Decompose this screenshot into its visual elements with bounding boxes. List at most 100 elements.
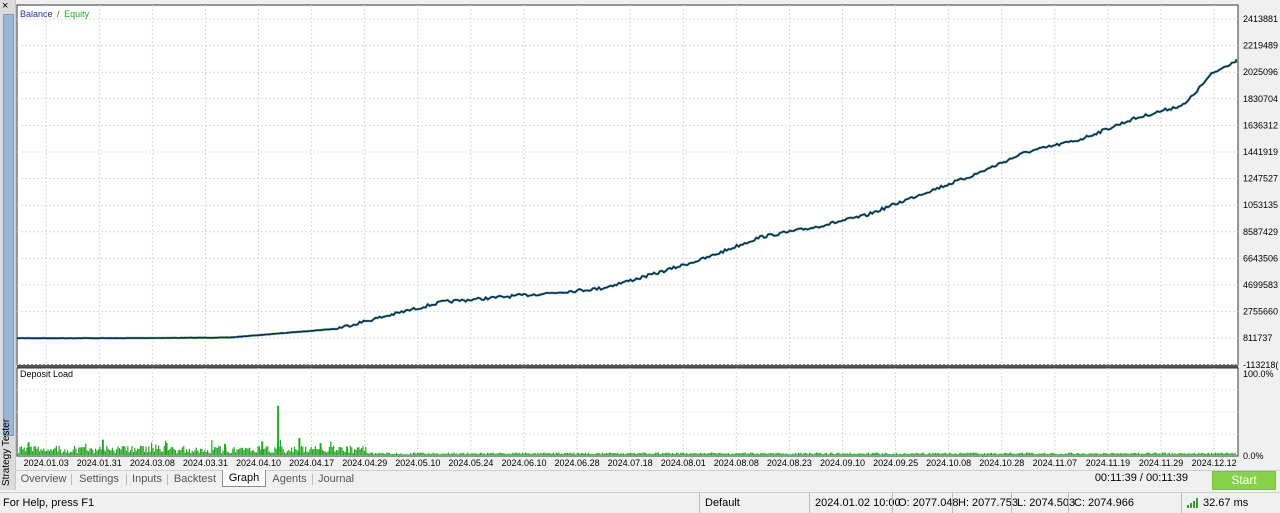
- deposit-load-bar: [1031, 452, 1033, 455]
- high-price: H: 2077.753: [952, 493, 1018, 513]
- deposit-load-spike: [101, 439, 104, 455]
- deposit-load-bar: [1093, 453, 1095, 455]
- close-icon[interactable]: ×: [2, 1, 8, 12]
- connection-status[interactable]: 32.67 ms: [1181, 493, 1277, 513]
- deposit-load-bar: [634, 452, 636, 455]
- deposit-load-bar: [1073, 453, 1075, 455]
- deposit-load-bar: [922, 452, 924, 455]
- deposit-load-bar: [1110, 453, 1112, 455]
- deposit-load-bar: [310, 446, 312, 455]
- deposit-load-bar: [1075, 454, 1077, 455]
- x-tick-label: 2024.11.29: [1139, 458, 1183, 468]
- tab-inputs[interactable]: Inputs: [127, 471, 168, 488]
- deposit-load-bar: [453, 452, 455, 455]
- deposit-load-bar: [673, 453, 675, 455]
- deposit-load-bar: [184, 452, 186, 455]
- deposit-load-bar: [566, 453, 568, 455]
- deposit-load-bar: [1202, 453, 1204, 455]
- deposit-load-bar: [1159, 453, 1161, 455]
- deposit-load-bar: [789, 454, 791, 455]
- deposit-load-bar: [19, 447, 21, 455]
- deposit-load-bar: [523, 453, 525, 455]
- deposit-load-bar: [215, 447, 217, 455]
- deposit-load-bar: [820, 452, 822, 455]
- deposit-load-bar: [447, 452, 449, 455]
- deposit-load-bar: [774, 454, 776, 455]
- legend-separator: /: [57, 9, 60, 19]
- deposit-load-bar: [195, 447, 197, 455]
- deposit-load-bar: [97, 449, 99, 455]
- deposit-load-bar: [821, 454, 823, 455]
- deposit-load-bar: [187, 451, 189, 455]
- deposit-load-bar: [100, 449, 102, 455]
- deposit-load-bar: [1056, 454, 1058, 455]
- deposit-load-bar: [674, 453, 676, 455]
- deposit-load-bar: [488, 453, 490, 455]
- deposit-load-bar: [207, 450, 209, 455]
- deposit-load-bar: [274, 447, 276, 455]
- x-tick-label: 2024.04.29: [342, 458, 387, 468]
- deposit-load-bar: [551, 453, 553, 455]
- deposit-load-bar: [804, 453, 806, 455]
- deposit-load-bar: [543, 452, 545, 455]
- profile-name[interactable]: Default: [699, 493, 810, 513]
- deposit-load-bar: [944, 452, 946, 455]
- tab-settings[interactable]: Settings: [72, 471, 127, 488]
- deposit-load-bar: [69, 451, 71, 455]
- deposit-load-bar: [1019, 453, 1021, 455]
- deposit-load-bar: [216, 447, 218, 455]
- deposit-load-bar: [146, 452, 148, 455]
- deposit-load-bar: [965, 453, 967, 455]
- deposit-load-bar: [1021, 452, 1023, 455]
- panel-drag-strip[interactable]: [3, 14, 14, 436]
- deposit-load-bar: [377, 453, 379, 455]
- deposit-load-bar: [1226, 452, 1228, 455]
- deposit-load-bar: [1196, 453, 1198, 455]
- deposit-load-bar: [1150, 453, 1152, 455]
- tab-agents[interactable]: Agents: [267, 471, 313, 488]
- tab-overview[interactable]: Overview: [16, 471, 72, 488]
- deposit-load-bar: [1188, 452, 1190, 455]
- deposit-load-bar: [251, 450, 253, 455]
- x-tick-label: 2024.08.23: [767, 458, 812, 468]
- deposit-load-bar: [1061, 453, 1063, 455]
- deposit-load-bar: [457, 454, 459, 455]
- tab-journal[interactable]: Journal: [313, 471, 359, 488]
- deposit-load-bar: [887, 453, 889, 455]
- deposit-load-bar: [295, 449, 297, 455]
- deposit-load-bar: [95, 448, 97, 455]
- deposit-load-bar: [1143, 454, 1145, 455]
- deposit-load-bar: [687, 453, 689, 455]
- deposit-load-bar: [628, 453, 630, 455]
- deposit-load-bar: [1024, 453, 1026, 455]
- deposit-load-bar: [1042, 453, 1044, 455]
- deposit-load-bar: [323, 451, 325, 455]
- deposit-load-bar: [309, 449, 311, 455]
- deposit-load-bar: [72, 449, 74, 455]
- deposit-load-bar: [1219, 453, 1221, 455]
- deposit-load-bar: [1069, 452, 1071, 455]
- deposit-load-bar: [218, 445, 220, 455]
- deposit-load-bar: [720, 453, 722, 455]
- deposit-load-bar: [349, 445, 351, 455]
- deposit-load-bar: [1191, 453, 1193, 455]
- deposit-load-bar: [768, 453, 770, 455]
- deposit-load-bar: [1034, 454, 1036, 455]
- deposit-load-bar: [446, 453, 448, 455]
- deposit-load-bar: [305, 446, 307, 455]
- deposit-load-bar: [1154, 452, 1156, 455]
- deposit-load-bar: [61, 453, 63, 455]
- tab-graph[interactable]: Graph: [222, 470, 266, 487]
- start-button[interactable]: Start: [1212, 471, 1276, 490]
- deposit-load-bar: [338, 446, 340, 455]
- deposit-load-bar: [876, 452, 878, 455]
- deposit-load-bar: [1126, 453, 1128, 455]
- deposit-load-bar: [376, 453, 378, 455]
- deposit-load-bar: [1006, 453, 1008, 455]
- deposit-load-bar: [249, 447, 251, 455]
- deposit-load-bar: [741, 453, 743, 455]
- deposit-load-spike: [224, 443, 226, 455]
- deposit-load-bar: [362, 446, 364, 455]
- deposit-load-bar: [918, 453, 920, 455]
- tab-backtest[interactable]: Backtest: [168, 471, 222, 488]
